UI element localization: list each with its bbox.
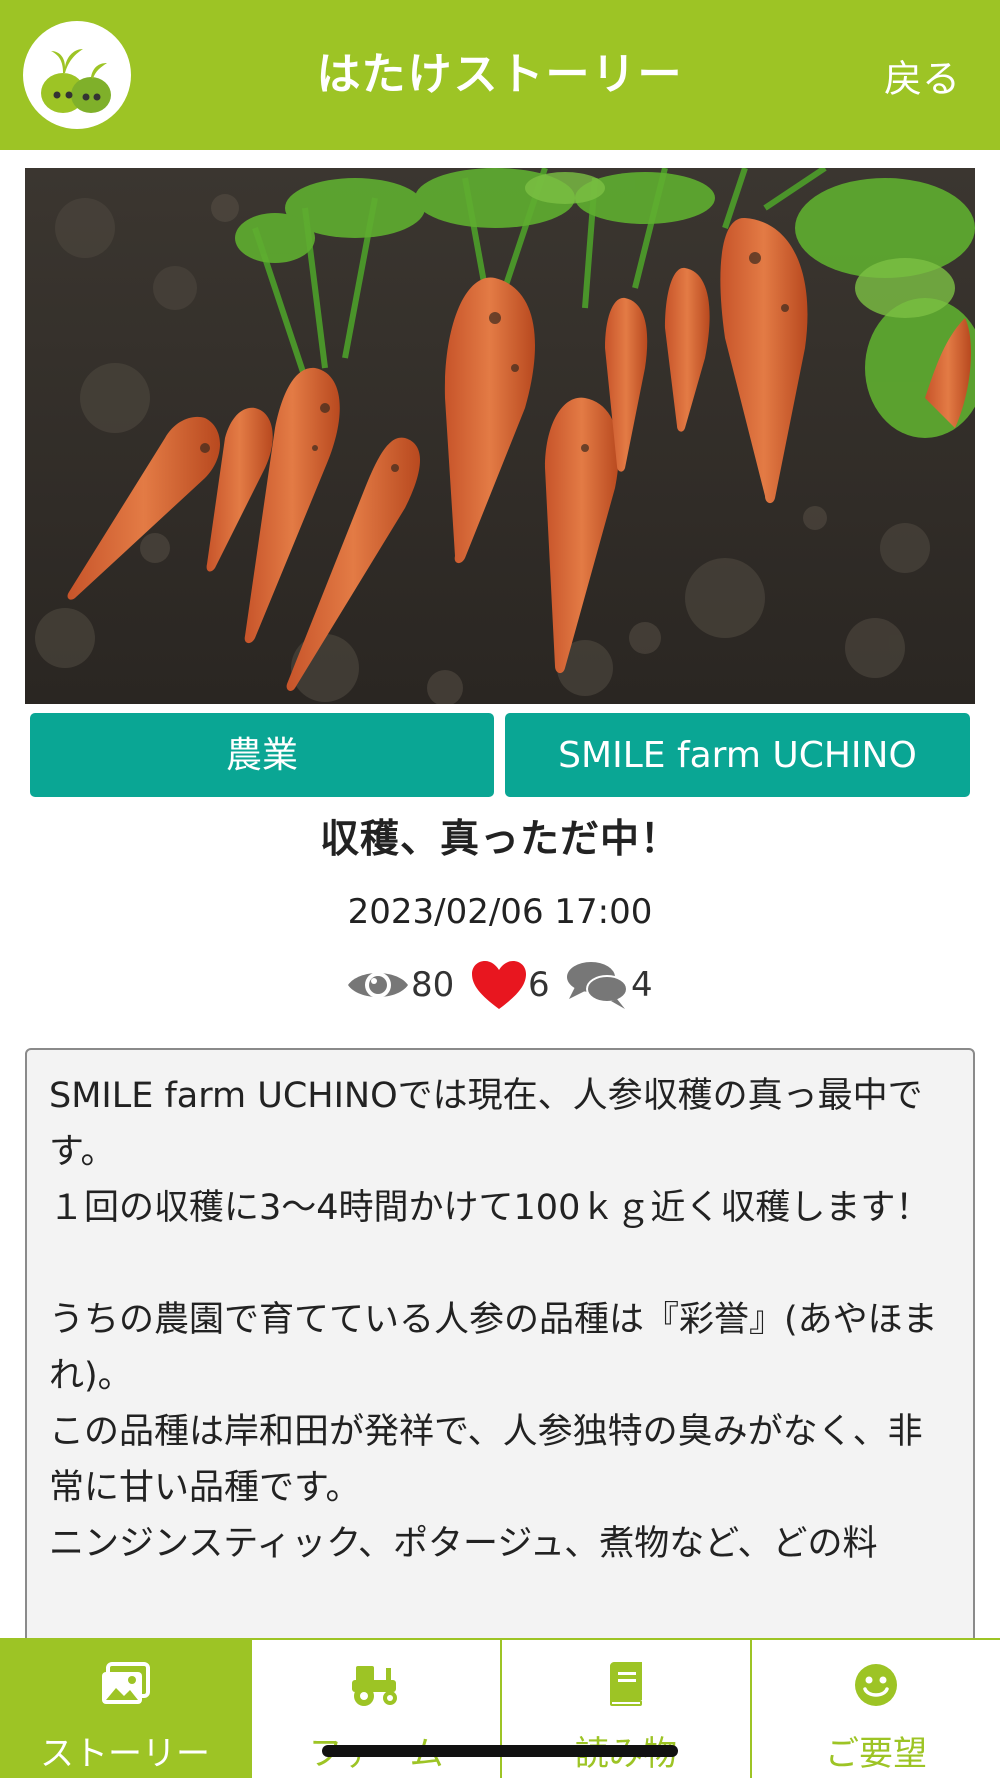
post-photo <box>25 168 975 704</box>
eye-icon <box>345 961 411 1009</box>
book-icon <box>502 1662 750 1712</box>
smile-icon <box>752 1662 1000 1712</box>
likes-count: 6 <box>528 965 550 1005</box>
likes-stat[interactable]: 6 <box>470 955 550 1015</box>
post-title: 収穫、真っただ中！ <box>319 817 680 862</box>
app-header: はたけストーリー 戻る <box>0 0 1000 150</box>
farm-tag-button[interactable]: SMILE farm UCHINO <box>505 713 970 797</box>
comments-icon[interactable] <box>565 959 631 1011</box>
back-button[interactable]: 戻る <box>884 0 960 150</box>
header-title: はたけストーリー <box>316 49 684 100</box>
nav-label-request: ご要望 <box>825 1734 927 1774</box>
category-tag-button[interactable]: 農業 <box>30 713 494 797</box>
views-stat: 80 <box>345 955 454 1015</box>
nav-item-request[interactable]: ご要望 <box>750 1640 1000 1778</box>
tractor-icon <box>252 1662 500 1712</box>
nav-item-reading[interactable]: 読み物 <box>500 1640 750 1778</box>
nav-label-story: ストーリー <box>40 1734 210 1774</box>
photos-icon <box>0 1662 250 1712</box>
bottom-nav: ストーリー ファーム 読み物 <box>0 1638 1000 1778</box>
post-date: 2023/02/06 17:00 <box>347 892 653 932</box>
home-indicator[interactable] <box>322 1745 678 1757</box>
views-count: 80 <box>411 965 455 1005</box>
heart-icon[interactable] <box>470 959 528 1011</box>
post-stats: 80 6 4 <box>0 955 1000 1015</box>
nav-item-farm[interactable]: ファーム <box>250 1640 500 1778</box>
comments-stat[interactable]: 4 <box>565 955 653 1015</box>
nav-item-story[interactable]: ストーリー <box>0 1640 250 1778</box>
comments-count: 4 <box>631 965 653 1005</box>
